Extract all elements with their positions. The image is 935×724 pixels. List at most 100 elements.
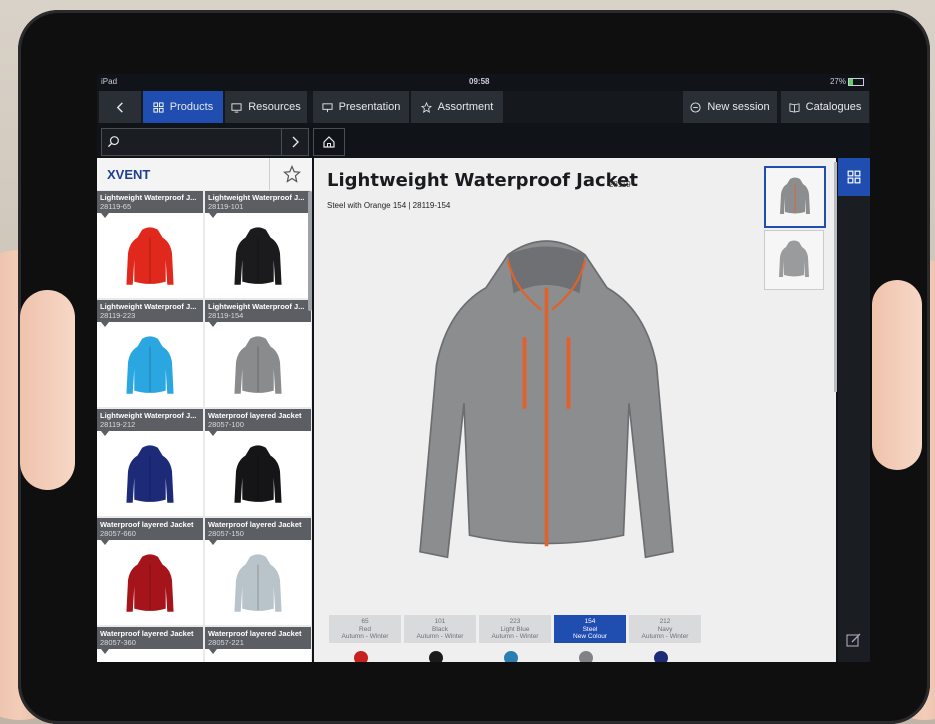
jacket-thumbnail-icon [780,177,810,214]
product-card[interactable]: Lightweight Waterproof J... 28119-212 [97,409,203,516]
list-header: XVENT [97,158,312,190]
product-card[interactable]: Waterproof layered Jacket 28057-660 [97,518,203,625]
product-card-code: 28057-221 [208,638,244,647]
colour-dot[interactable] [354,651,368,662]
product-card-code: 28119-223 [100,311,136,320]
swatch-code: 101 [434,618,446,625]
product-card-code: 28057-360 [100,638,136,647]
right-thumb [872,280,922,470]
grid-icon [153,101,164,113]
grid-view-button[interactable] [838,158,870,196]
book-icon [789,102,800,113]
product-card-name: Waterproof layered Jacket [208,411,302,420]
product-card-caption: Lightweight Waterproof J... 28119-223 [97,300,203,322]
right-toolbar [838,158,870,662]
colour-dot[interactable] [429,651,443,662]
chevron-right-icon [292,136,299,148]
edit-icon[interactable] [846,632,862,648]
thumbnail-front[interactable] [764,166,826,228]
product-card-name: Lightweight Waterproof J... [100,193,197,202]
tab-products-label: Products [169,101,214,113]
carrier-label: iPad [101,77,118,86]
product-card-name: Lightweight Waterproof J... [208,193,305,202]
chevron-left-icon [116,101,123,113]
tab-products[interactable]: Products [143,91,223,123]
colour-dot[interactable] [654,651,668,662]
product-card-caption: Waterproof layered Jacket 28057-660 [97,518,203,540]
jacket-image [122,661,178,662]
colour-swatch[interactable]: 101 Black Autumn - Winter [404,615,476,643]
search-input[interactable] [124,132,278,152]
product-card[interactable]: Lightweight Waterproof J... 28119-65 [97,191,203,298]
back-button[interactable] [99,91,141,123]
search-go-button[interactable] [281,129,308,155]
list-scrollbar[interactable] [308,191,312,311]
product-card[interactable]: Waterproof layered Jacket 28057-150 [205,518,311,625]
caption-pointer [101,431,109,436]
new-session-button[interactable]: New session [683,91,777,123]
product-card-code: 28119-65 [100,202,132,211]
product-card[interactable]: Lightweight Waterproof J... 28119-101 [205,191,311,298]
new-session-label: New session [707,101,770,113]
tab-resources-label: Resources [248,101,301,113]
product-code: 28119 [609,180,631,189]
product-card[interactable]: Lightweight Waterproof J... 28119-154 [205,300,311,407]
search-box [101,128,309,156]
colour-swatch[interactable]: 212 Navy Autumn - Winter [629,615,701,643]
product-card[interactable]: Waterproof layered Jacket 28057-221 [205,627,311,662]
colour-dot[interactable] [504,651,518,662]
catalogues-button[interactable]: Catalogues [781,91,869,123]
caption-pointer [101,322,109,327]
tab-resources[interactable]: Resources [225,91,307,123]
tab-presentation[interactable]: Presentation [313,91,409,123]
home-icon [323,136,335,148]
jacket-thumbnail-icon [779,240,809,277]
colour-swatch[interactable]: 223 Light Blue Autumn - Winter [479,615,551,643]
detail-scrollbar[interactable] [834,162,837,392]
product-card-caption: Lightweight Waterproof J... 28119-154 [205,300,311,322]
caption-pointer [101,649,109,654]
search-row [97,125,870,157]
grid-icon [847,170,861,184]
app-screen: iPad 09:58 27% Products Resources Presen… [97,74,870,662]
jacket-image [230,661,286,662]
swatch-name: Steel [582,625,598,633]
battery-icon [848,77,864,86]
tab-assortment[interactable]: Assortment [411,91,503,123]
caption-pointer [101,540,109,545]
product-card[interactable]: Waterproof layered Jacket 28057-360 [97,627,203,662]
home-button[interactable] [313,128,345,156]
swatch-code: 223 [509,618,521,625]
product-card[interactable]: Lightweight Waterproof J... 28119-223 [97,300,203,407]
product-card-name: Lightweight Waterproof J... [208,302,305,311]
favourite-button[interactable] [269,158,312,190]
product-main-image[interactable] [409,226,684,586]
product-card-caption: Waterproof layered Jacket 28057-360 [97,627,203,649]
colour-dot[interactable] [579,651,593,662]
colour-swatch[interactable]: 154 Steel New Colour [554,615,626,643]
colour-swatches: 65 Red Autumn - Winter 101 Black Autumn - Win… [329,615,709,643]
thumbnail-back[interactable] [764,230,824,290]
clock: 09:58 [469,77,490,86]
swatch-name: Black [432,625,448,633]
caption-pointer [209,213,217,218]
swatch-code: 154 [584,618,596,625]
product-card-caption: Waterproof layered Jacket 28057-221 [205,627,311,649]
product-list: XVENT Lightweight Waterproof J... 28119-6… [97,158,312,662]
swatch-season: Autumn - Winter [491,633,539,640]
left-thumb [20,290,75,490]
product-card-caption: Lightweight Waterproof J... 28119-101 [205,191,311,213]
product-card-name: Waterproof layered Jacket [208,520,302,529]
product-card-name: Waterproof layered Jacket [100,520,194,529]
jacket-image [234,336,282,394]
colour-swatch[interactable]: 65 Red Autumn - Winter [329,615,401,643]
product-card[interactable]: Waterproof layered Jacket 28057-100 [205,409,311,516]
product-subtitle: Steel with Orange 154 | 28119-154 [327,201,451,210]
swatch-season: Autumn - Winter [341,633,389,640]
product-card-name: Lightweight Waterproof J... [100,411,197,420]
product-card-caption: Lightweight Waterproof J... 28119-65 [97,191,203,213]
caption-pointer [209,431,217,436]
product-card-name: Lightweight Waterproof J... [100,302,197,311]
product-card-code: 28057-100 [208,420,244,429]
product-card-code: 28057-660 [100,529,136,538]
